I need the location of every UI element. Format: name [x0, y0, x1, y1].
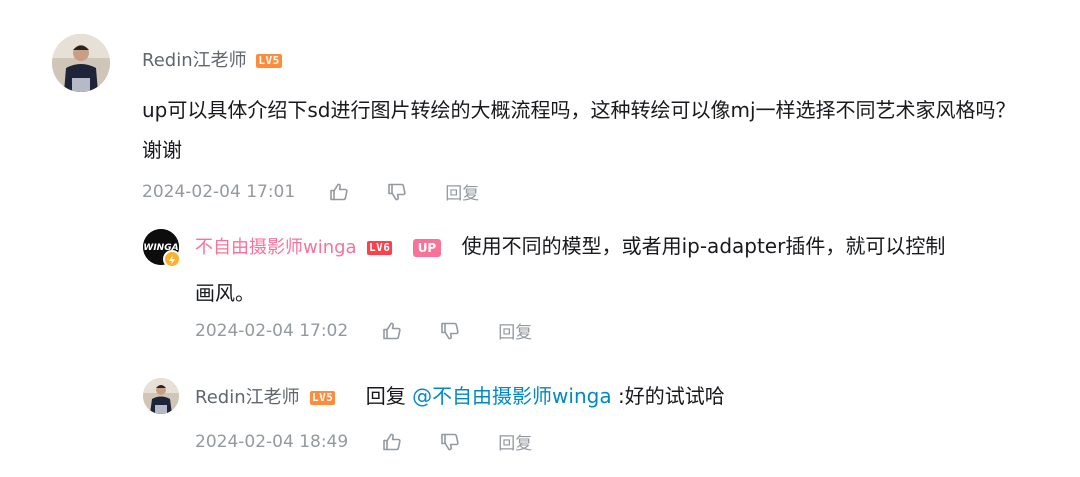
reply-content-cont: 画风。	[195, 281, 255, 305]
dislike-icon[interactable]	[387, 182, 407, 202]
reply-line: Redin江老师 LV5 回复 @不自由摄影师winga :好的试试哈	[195, 381, 1045, 413]
dislike-icon[interactable]	[440, 432, 460, 452]
comment-username[interactable]: Redin江老师 LV5	[142, 46, 282, 72]
level-badge: LV5	[309, 390, 336, 405]
up-badge: UP	[412, 238, 442, 257]
reply-meta: 2024-02-04 18:49 回复	[195, 429, 532, 455]
timestamp: 2024-02-04 17:02	[195, 320, 349, 341]
username-text[interactable]: 不自由摄影师winga	[195, 237, 357, 258]
reply-button[interactable]: 回复	[498, 318, 532, 343]
level-badge: LV5	[256, 54, 282, 68]
reply-button[interactable]: 回复	[498, 429, 532, 454]
like-icon[interactable]	[382, 432, 402, 452]
mention-link[interactable]: @不自由摄影师winga	[412, 384, 612, 408]
verified-icon	[163, 250, 181, 268]
dislike-icon[interactable]	[440, 321, 460, 341]
comment-content: up可以具体介绍下sd进行图片转绘的大概流程吗，这种转绘可以像mj一样选择不同艺…	[142, 98, 1016, 162]
timestamp: 2024-02-04 17:01	[142, 181, 296, 202]
avatar[interactable]	[143, 378, 179, 414]
like-icon[interactable]	[329, 182, 349, 202]
reply-meta: 2024-02-04 17:02 回复	[195, 318, 532, 344]
avatar[interactable]	[52, 34, 110, 92]
username-text[interactable]: Redin江老师	[195, 387, 300, 408]
level-badge: LV6	[366, 240, 393, 255]
like-icon[interactable]	[382, 321, 402, 341]
reply-content: 使用不同的模型，或者用ip-adapter插件，就可以控制	[461, 234, 946, 258]
comment-meta: 2024-02-04 17:01 回复	[142, 179, 479, 205]
reply-prefix: 回复	[365, 384, 406, 408]
reply-content: :好的试试哈	[617, 384, 725, 408]
timestamp: 2024-02-04 18:49	[195, 431, 349, 452]
reply-button[interactable]: 回复	[445, 179, 479, 204]
username-text[interactable]: Redin江老师	[142, 50, 247, 71]
reply-line: 不自由摄影师winga LV6 UP 使用不同的模型，或者用ip-adapter…	[195, 231, 1045, 263]
